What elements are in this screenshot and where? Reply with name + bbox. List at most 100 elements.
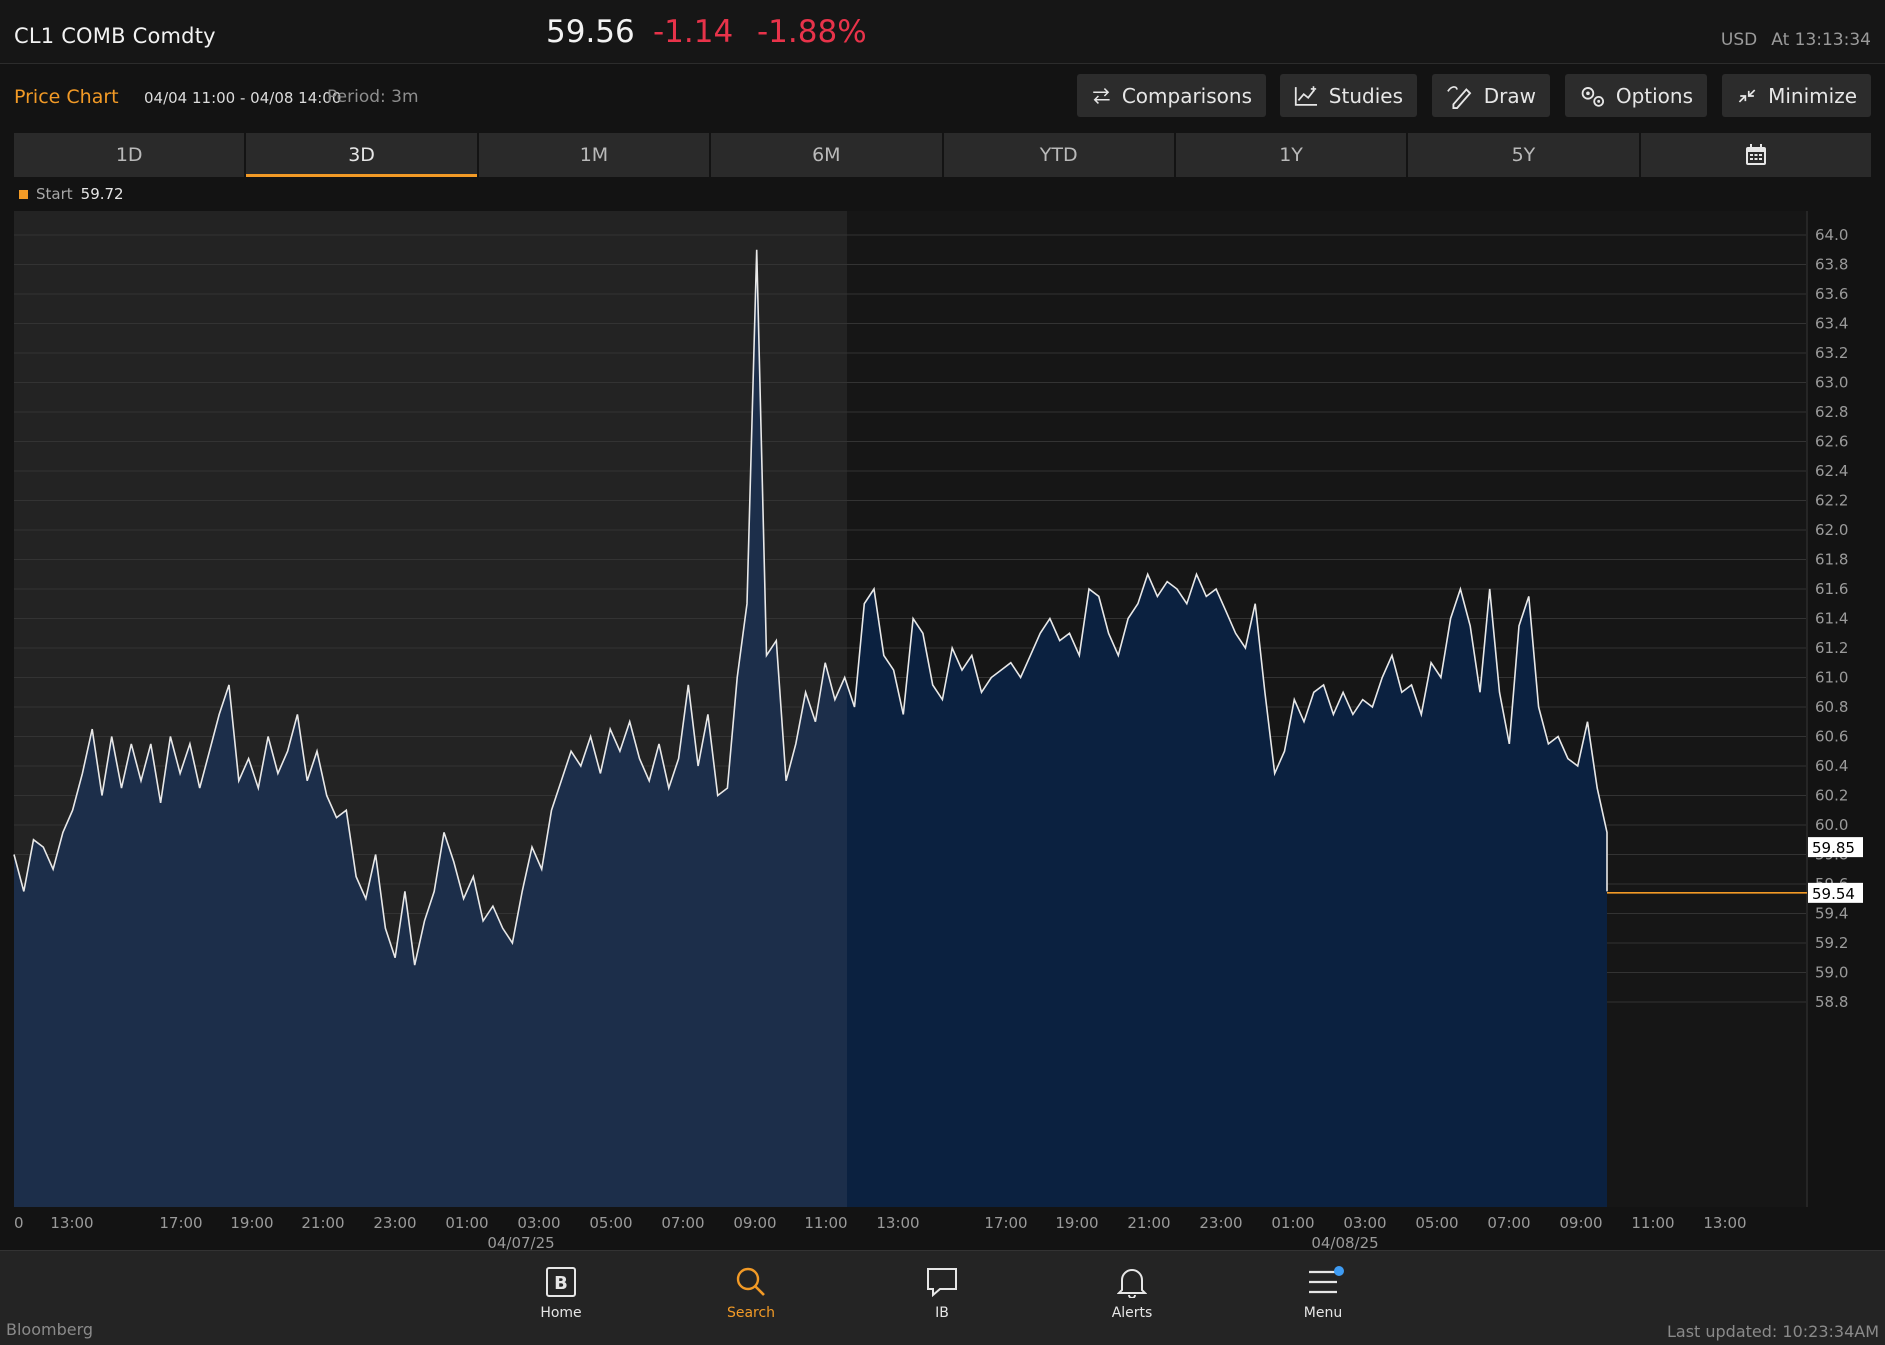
nav-alerts[interactable]: Alerts (1082, 1259, 1182, 1321)
chart-toolbar: Price Chart 04/04 11:00 - 04/08 14:00 Pe… (0, 64, 1885, 132)
y-tick-label: 60.0 (1815, 816, 1848, 834)
bloomberg-logo: Bloomberg (6, 1320, 94, 1339)
y-tick-label: 58.8 (1815, 993, 1848, 1011)
legend-value: 59.72 (80, 185, 124, 203)
price-change-percent: -1.88% (757, 14, 867, 50)
y-tick-label: 63.2 (1815, 344, 1848, 362)
price-tag-label: 59.54 (1812, 885, 1855, 903)
x-tick-label: 03:00 (1343, 1214, 1386, 1232)
bell-icon (1117, 1269, 1147, 1298)
date-range: 04/04 11:00 - 04/08 14:00 (144, 89, 342, 107)
nav-home-label: Home (540, 1305, 582, 1321)
ticker-symbol: CL1 COMB Comdty (14, 24, 216, 48)
y-tick-label: 62.4 (1815, 462, 1848, 480)
x-tick-label: 13:00 (50, 1214, 93, 1232)
draw-button[interactable]: Draw (1432, 74, 1550, 117)
tab-5y[interactable]: 5Y (1408, 133, 1639, 177)
x-tick-label: 05:00 (1415, 1214, 1458, 1232)
x-tick-label: 17:00 (159, 1214, 202, 1232)
x-tick-label: 11:00 (1631, 1214, 1674, 1232)
collapse-arrows-icon (1738, 88, 1756, 103)
tab-1y[interactable]: 1Y (1175, 133, 1407, 177)
x-tick-label: 11:00 (804, 1214, 847, 1232)
y-tick-label: 63.6 (1815, 285, 1848, 303)
quote-timestamp: USD At 13:13:34 (1721, 30, 1871, 50)
y-tick-label: 60.4 (1815, 757, 1848, 775)
price-change: -1.14 (653, 14, 734, 50)
options-button[interactable]: Options (1565, 74, 1707, 117)
y-tick-label: 60.2 (1815, 787, 1848, 805)
x-tick-label: 05:00 (589, 1214, 632, 1232)
y-tick-label: 59.4 (1815, 905, 1848, 923)
y-tick-label: 62.8 (1815, 403, 1848, 421)
price-chart[interactable]: 64.0 63.8 63.6 63.4 63.2 63.0 62.8 62.6 62.4 62.2… (0, 205, 1885, 1250)
draw-label: Draw (1483, 83, 1536, 108)
minimize-button[interactable]: Minimize (1722, 74, 1871, 117)
price-chart-title: Price Chart (14, 86, 119, 108)
nav-search-label: Search (726, 1305, 776, 1321)
y-tick-label: 59.2 (1815, 934, 1848, 952)
nav-ib-label: IB (935, 1305, 949, 1321)
period-label[interactable]: Period: 3m (327, 87, 419, 107)
gears-icon (1581, 86, 1605, 107)
minimize-label: Minimize (1768, 83, 1857, 108)
studies-button[interactable]: Studies (1280, 74, 1417, 117)
x-tick-label: 21:00 (301, 1214, 344, 1232)
nav-menu[interactable]: Menu (1273, 1259, 1373, 1321)
x-tick-label: 19:00 (1055, 1214, 1098, 1232)
nav-ib[interactable]: IB (892, 1259, 992, 1321)
y-tick-label: 63.4 (1815, 315, 1848, 333)
y-tick-label: 63.0 (1815, 374, 1848, 392)
tab-ytd[interactable]: YTD (943, 133, 1174, 177)
options-label: Options (1615, 83, 1693, 108)
quote-header: CL1 COMB Comdty 59.56 -1.14 -1.88% USD At… (0, 0, 1885, 64)
y-tick-label: 64.0 (1815, 226, 1848, 244)
y-tick-label: 61.2 (1815, 639, 1848, 657)
as-of-time: At 13:13:34 (1771, 30, 1871, 50)
svg-text:B: B (554, 1273, 568, 1294)
bottom-nav: B Home Search IB Alerts Menu Bloomberg L… (0, 1250, 1885, 1345)
legend-swatch (19, 189, 28, 199)
x-tick-label: 07:00 (661, 1214, 704, 1232)
y-tick-label: 62.0 (1815, 521, 1848, 539)
x-tick-label: 0 (14, 1214, 24, 1232)
chart-legend: Start 59.72 (19, 185, 124, 203)
tab-1m[interactable]: 1M (478, 133, 710, 177)
pencil-icon (1447, 85, 1472, 109)
x-tick-label: 13:00 (1703, 1214, 1746, 1232)
x-tick-label: 23:00 (1199, 1214, 1242, 1232)
x-tick-label: 01:00 (445, 1214, 488, 1232)
x-tick-label: 09:00 (733, 1214, 776, 1232)
y-tick-label: 59.0 (1815, 964, 1848, 982)
y-tick-label: 61.6 (1815, 580, 1848, 598)
y-tick-label: 63.8 (1815, 256, 1848, 274)
tab-calendar[interactable] (1640, 133, 1871, 177)
y-tick-label: 60.6 (1815, 728, 1848, 746)
search-icon (736, 1267, 765, 1296)
last-updated: Last updated: 10:23:34AM (1666, 1322, 1879, 1341)
x-tick-label: 03:00 (517, 1214, 560, 1232)
chat-bubble-icon (927, 1268, 957, 1297)
x-tick-label: 13:00 (876, 1214, 919, 1232)
tab-6m[interactable]: 6M (711, 133, 942, 177)
comparisons-button[interactable]: Comparisons (1077, 74, 1266, 117)
nav-menu-label: Menu (1303, 1305, 1343, 1321)
x-tick-label: 17:00 (984, 1214, 1027, 1232)
bloomberg-b-icon: B (546, 1267, 576, 1297)
currency-label: USD (1720, 30, 1758, 50)
price-tag-label: 59.85 (1812, 839, 1855, 857)
period-tabs: 1D 3D 1M 6M YTD 1Y 5Y (14, 133, 1871, 177)
x-tick-label: 19:00 (230, 1214, 273, 1232)
tab-1d[interactable]: 1D (14, 133, 245, 177)
nav-search[interactable]: Search (701, 1259, 801, 1321)
date-label: 04/07/25 (487, 1234, 554, 1250)
nav-home[interactable]: B Home (511, 1259, 611, 1321)
notification-dot (1334, 1266, 1344, 1276)
y-tick-label: 60.8 (1815, 698, 1848, 716)
x-tick-label: 01:00 (1271, 1214, 1314, 1232)
last-price: 59.56 (546, 14, 635, 50)
x-tick-label: 23:00 (373, 1214, 416, 1232)
y-tick-label: 61.8 (1815, 551, 1848, 569)
tab-3d[interactable]: 3D (246, 133, 478, 177)
line-chart-plus-icon (1294, 85, 1318, 106)
